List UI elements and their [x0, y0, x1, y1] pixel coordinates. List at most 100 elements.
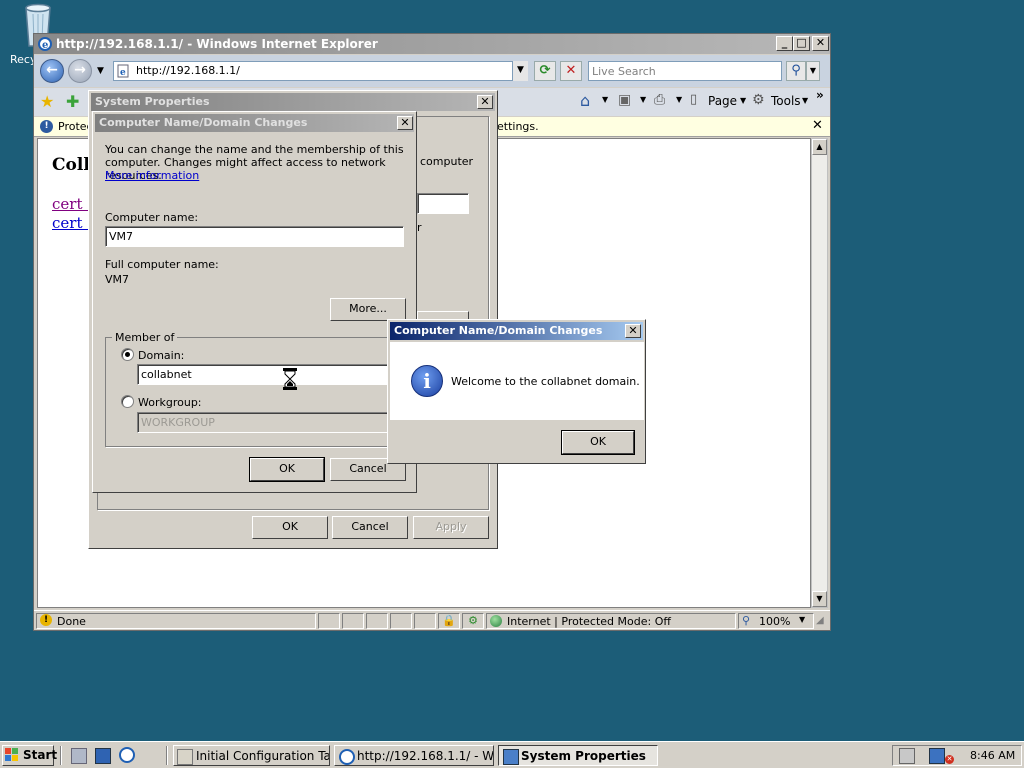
tray-server-icon[interactable] — [899, 748, 915, 764]
forward-arrow-icon[interactable]: → — [68, 59, 92, 83]
system-properties-peek-text-2: r — [417, 221, 422, 234]
chevron-more-icon[interactable]: » — [816, 88, 824, 102]
protected-mode-icon[interactable]: ⚙ — [462, 613, 484, 629]
tray-network-icon[interactable] — [929, 748, 945, 764]
taskbar-button-system-properties[interactable]: System Properties — [498, 745, 658, 766]
ie-titlebar[interactable]: http://192.168.1.1/ - Windows Internet E… — [34, 34, 830, 54]
navigation-bar: ← → ▼ http://192.168.1.1/ e ▼ ⟳ ✕ Live S… — [34, 55, 830, 87]
status-text: Done — [57, 615, 86, 628]
system-properties-cancel-button[interactable]: Cancel — [332, 516, 408, 539]
computer-name-input[interactable]: VM7 — [105, 226, 404, 247]
ie-logo-icon: e — [38, 37, 52, 51]
security-lock-icon[interactable]: 🔒 — [438, 613, 460, 629]
computer-name-dialog: Computer Name/Domain Changes ✕ You can c… — [92, 111, 417, 493]
zone-text: Internet | Protected Mode: Off — [507, 615, 671, 628]
more-button[interactable]: More... — [330, 298, 406, 321]
welcome-ok-button[interactable]: OK — [561, 430, 635, 455]
tools-menu-button[interactable]: Tools — [771, 94, 801, 108]
taskbar: Start Initial Configuration Tasks http:/… — [0, 741, 1024, 768]
taskbar-label-ie: http://192.168.1.1/ - Wi... — [357, 749, 494, 763]
more-information-link[interactable]: More information — [105, 169, 199, 182]
zoom-dropdown-icon[interactable]: ▼ — [799, 615, 805, 624]
favorites-star-icon[interactable]: ★ — [40, 92, 54, 111]
computer-name-titlebar[interactable]: Computer Name/Domain Changes — [95, 114, 414, 132]
taskbar-button-initial-config[interactable]: Initial Configuration Tasks — [173, 745, 330, 766]
domain-radio[interactable] — [121, 348, 134, 361]
hourglass-cursor-icon — [283, 368, 297, 390]
full-computer-name-value: VM7 — [105, 273, 130, 286]
taskbar-button-ie[interactable]: http://192.168.1.1/ - Wi... — [334, 745, 494, 766]
address-dropdown-icon[interactable]: ▼ — [512, 61, 528, 81]
search-icon[interactable]: ⚲ — [786, 61, 806, 81]
system-properties-titlebar[interactable]: System Properties — [91, 93, 495, 111]
status-text-pane: Done — [36, 613, 316, 629]
page-menu-button[interactable]: Page — [708, 94, 737, 108]
welcome-titlebar[interactable]: Computer Name/Domain Changes — [390, 322, 643, 340]
infobar-close-icon[interactable]: ✕ — [812, 118, 823, 133]
search-options-dropdown-icon[interactable]: ▼ — [806, 61, 820, 81]
vertical-scrollbar[interactable]: ▲ ▼ — [811, 138, 828, 608]
full-computer-name-label: Full computer name: — [105, 258, 219, 271]
domain-radio-selected-dot — [125, 352, 130, 357]
welcome-message-text: Welcome to the collabnet domain. — [451, 375, 640, 388]
tools-dropdown-icon[interactable]: ▼ — [802, 96, 808, 105]
computer-name-value: VM7 — [109, 230, 134, 243]
ie-quicklaunch-icon[interactable] — [119, 747, 135, 763]
page-menu-icon[interactable]: ▯ — [690, 92, 697, 107]
refresh-icon[interactable]: ⟳ — [534, 61, 556, 81]
status-pane-blank-5 — [414, 613, 436, 629]
system-properties-peek-field — [417, 193, 469, 214]
add-favorites-icon[interactable]: ✚ — [66, 92, 79, 111]
welcome-dialog-title: Computer Name/Domain Changes — [394, 324, 603, 337]
home-icon[interactable]: ⌂ — [580, 91, 590, 110]
zone-pane[interactable]: Internet | Protected Mode: Off — [486, 613, 736, 629]
clock[interactable]: 8:46 AM — [970, 749, 1015, 762]
scroll-up-icon[interactable]: ▲ — [812, 139, 827, 155]
back-arrow-icon[interactable]: ← — [40, 59, 64, 83]
workgroup-input[interactable]: WORKGROUP — [137, 412, 389, 433]
computer-name-dialog-title: Computer Name/Domain Changes — [99, 116, 308, 129]
system-properties-peek-text-1: computer — [420, 155, 474, 168]
server-manager-icon[interactable] — [71, 748, 87, 764]
show-desktop-icon[interactable] — [95, 748, 111, 764]
close-button[interactable]: ✕ — [812, 36, 829, 51]
status-bar: ! Done 🔒 ⚙ Internet | Protected Mode: Of… — [34, 610, 830, 630]
scroll-down-icon[interactable]: ▼ — [812, 591, 827, 607]
quicklaunch-divider — [60, 746, 62, 765]
feeds-icon[interactable]: ▣ — [618, 92, 631, 108]
print-icon[interactable]: ⎙ — [654, 92, 665, 108]
resize-grip-icon[interactable]: ◢ — [816, 615, 824, 626]
stop-icon[interactable]: ✕ — [560, 61, 582, 81]
search-placeholder: Live Search — [592, 65, 656, 78]
page-dropdown-icon[interactable]: ▼ — [740, 96, 746, 105]
tray-network-error-icon: ✕ — [945, 755, 954, 764]
domain-input[interactable]: collabnet — [137, 364, 389, 385]
computer-name-ok-button[interactable]: OK — [249, 457, 325, 482]
recent-pages-dropdown-icon[interactable]: ▼ — [97, 66, 104, 76]
tools-gear-icon[interactable]: ⚙ — [752, 92, 765, 108]
system-properties-apply-button[interactable]: Apply — [413, 516, 489, 539]
workgroup-radio[interactable] — [121, 395, 134, 408]
computer-name-close-icon[interactable]: ✕ — [397, 116, 413, 130]
system-properties-ok-button[interactable]: OK — [252, 516, 328, 539]
workgroup-value: WORKGROUP — [141, 416, 215, 429]
minimize-button[interactable]: _ — [776, 36, 793, 51]
address-bar[interactable]: http://192.168.1.1/ — [113, 61, 528, 81]
status-pane-blank-3 — [366, 613, 388, 629]
address-text: http://192.168.1.1/ — [136, 64, 240, 77]
search-input[interactable]: Live Search — [588, 61, 782, 81]
home-dropdown-icon[interactable]: ▼ — [602, 95, 608, 104]
system-properties-close-icon[interactable]: ✕ — [477, 95, 493, 109]
feeds-dropdown-icon[interactable]: ▼ — [640, 95, 646, 104]
domain-label: Domain: — [138, 349, 185, 362]
workgroup-label: Workgroup: — [138, 396, 202, 409]
start-label: Start — [23, 748, 58, 762]
zoom-magnifier-icon: ⚲ — [742, 614, 751, 627]
print-dropdown-icon[interactable]: ▼ — [676, 95, 682, 104]
svg-text:e: e — [120, 68, 126, 78]
welcome-close-icon[interactable]: ✕ — [625, 324, 641, 338]
zoom-text: 100% — [759, 615, 791, 628]
taskbar-label-initial-config: Initial Configuration Tasks — [196, 749, 330, 763]
maximize-button[interactable]: □ — [793, 36, 810, 51]
svg-text:e: e — [42, 40, 48, 51]
